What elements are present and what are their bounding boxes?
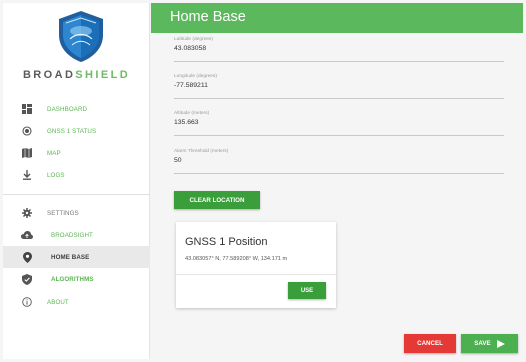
logo: BROADSHIELD bbox=[3, 3, 150, 95]
sidebar-item-label: LOGS bbox=[47, 171, 65, 179]
card-title: GNSS 1 Position bbox=[185, 236, 268, 248]
brand-part-1: BROAD bbox=[22, 69, 76, 81]
longitude-field[interactable]: Longitude (degrees) -77.589211 bbox=[174, 74, 504, 99]
sidebar-item-label: BROADSIGHT bbox=[51, 231, 93, 239]
altitude-input[interactable]: 135.663 bbox=[174, 119, 504, 126]
sidebar-item-label: DASHBOARD bbox=[47, 105, 88, 113]
longitude-label: Longitude (degrees) bbox=[174, 74, 217, 79]
gear-icon bbox=[21, 207, 33, 219]
latitude-input[interactable]: 43.083058 bbox=[174, 45, 504, 52]
use-button[interactable]: USE bbox=[288, 282, 326, 299]
cancel-button[interactable]: CANCEL bbox=[404, 334, 456, 353]
info-icon bbox=[21, 296, 33, 308]
save-button-label: SAVE bbox=[474, 340, 491, 347]
location-pin-icon bbox=[21, 251, 33, 263]
longitude-input[interactable]: -77.589211 bbox=[174, 82, 504, 89]
sidebar-item-label: SETTINGS bbox=[47, 209, 79, 217]
target-icon bbox=[21, 125, 33, 137]
brand-part-2: SHIELD bbox=[75, 69, 131, 81]
sidebar-item-label: ABOUT bbox=[47, 298, 69, 306]
shield-check-icon bbox=[21, 273, 33, 285]
download-icon bbox=[21, 169, 33, 181]
sidebar-item-logs[interactable]: LOGS bbox=[3, 164, 150, 186]
latitude-field[interactable]: Latitude (degrees) 43.083058 bbox=[174, 37, 504, 62]
sidebar-item-home-base[interactable]: HOME BASE bbox=[3, 246, 150, 268]
alarm-threshold-field[interactable]: Alarm Threshold (meters) 50 bbox=[174, 149, 504, 174]
sidebar-item-algorithms[interactable]: ALGORITHMS bbox=[3, 268, 150, 290]
sidebar-item-label: ALGORITHMS bbox=[51, 275, 94, 283]
latitude-label: Latitude (degrees) bbox=[174, 37, 213, 42]
sidebar-item-dashboard[interactable]: DASHBOARD bbox=[3, 98, 150, 120]
shield-logo-icon bbox=[56, 9, 106, 63]
alarm-threshold-input[interactable]: 50 bbox=[174, 157, 504, 164]
page-title: Home Base bbox=[170, 9, 246, 25]
alarm-threshold-underline bbox=[174, 173, 504, 174]
altitude-field[interactable]: Altitude (meters) 135.663 bbox=[174, 111, 504, 136]
altitude-underline bbox=[174, 135, 504, 136]
dashboard-icon bbox=[21, 103, 33, 115]
sidebar-item-map[interactable]: MAP bbox=[3, 142, 150, 164]
sidebar-item-about[interactable]: ABOUT bbox=[3, 291, 150, 313]
clear-location-button[interactable]: CLEAR LOCATION bbox=[174, 191, 260, 209]
send-arrow-icon bbox=[496, 339, 505, 348]
sidebar: BROADSHIELD DASHBOARD GNSS 1 STATUS MAP … bbox=[3, 3, 150, 359]
gnss-position-card: GNSS 1 Position 43.083057° N, 77.589208°… bbox=[176, 222, 336, 308]
sidebar-item-label: GNSS 1 STATUS bbox=[47, 127, 97, 135]
card-divider bbox=[176, 274, 336, 275]
latitude-underline bbox=[174, 61, 504, 62]
alarm-threshold-label: Alarm Threshold (meters) bbox=[174, 149, 229, 154]
app-header: Home Base bbox=[151, 3, 523, 33]
card-position: 43.083057° N, 77.589208° W, 134.171 m bbox=[185, 256, 288, 262]
sidebar-item-gnss-status[interactable]: GNSS 1 STATUS bbox=[3, 120, 150, 142]
sidebar-item-label: HOME BASE bbox=[51, 253, 90, 261]
longitude-underline bbox=[174, 98, 504, 99]
map-icon bbox=[21, 147, 33, 159]
sidebar-item-settings[interactable]: SETTINGS bbox=[3, 202, 150, 224]
cloud-upload-icon bbox=[21, 229, 33, 241]
brand-name: BROADSHIELD bbox=[3, 69, 150, 81]
save-button[interactable]: SAVE bbox=[461, 334, 518, 353]
sidebar-divider bbox=[3, 194, 150, 195]
altitude-label: Altitude (meters) bbox=[174, 111, 210, 116]
sidebar-item-label: MAP bbox=[47, 149, 61, 157]
sidebar-item-broadsight[interactable]: BROADSIGHT bbox=[3, 224, 150, 246]
